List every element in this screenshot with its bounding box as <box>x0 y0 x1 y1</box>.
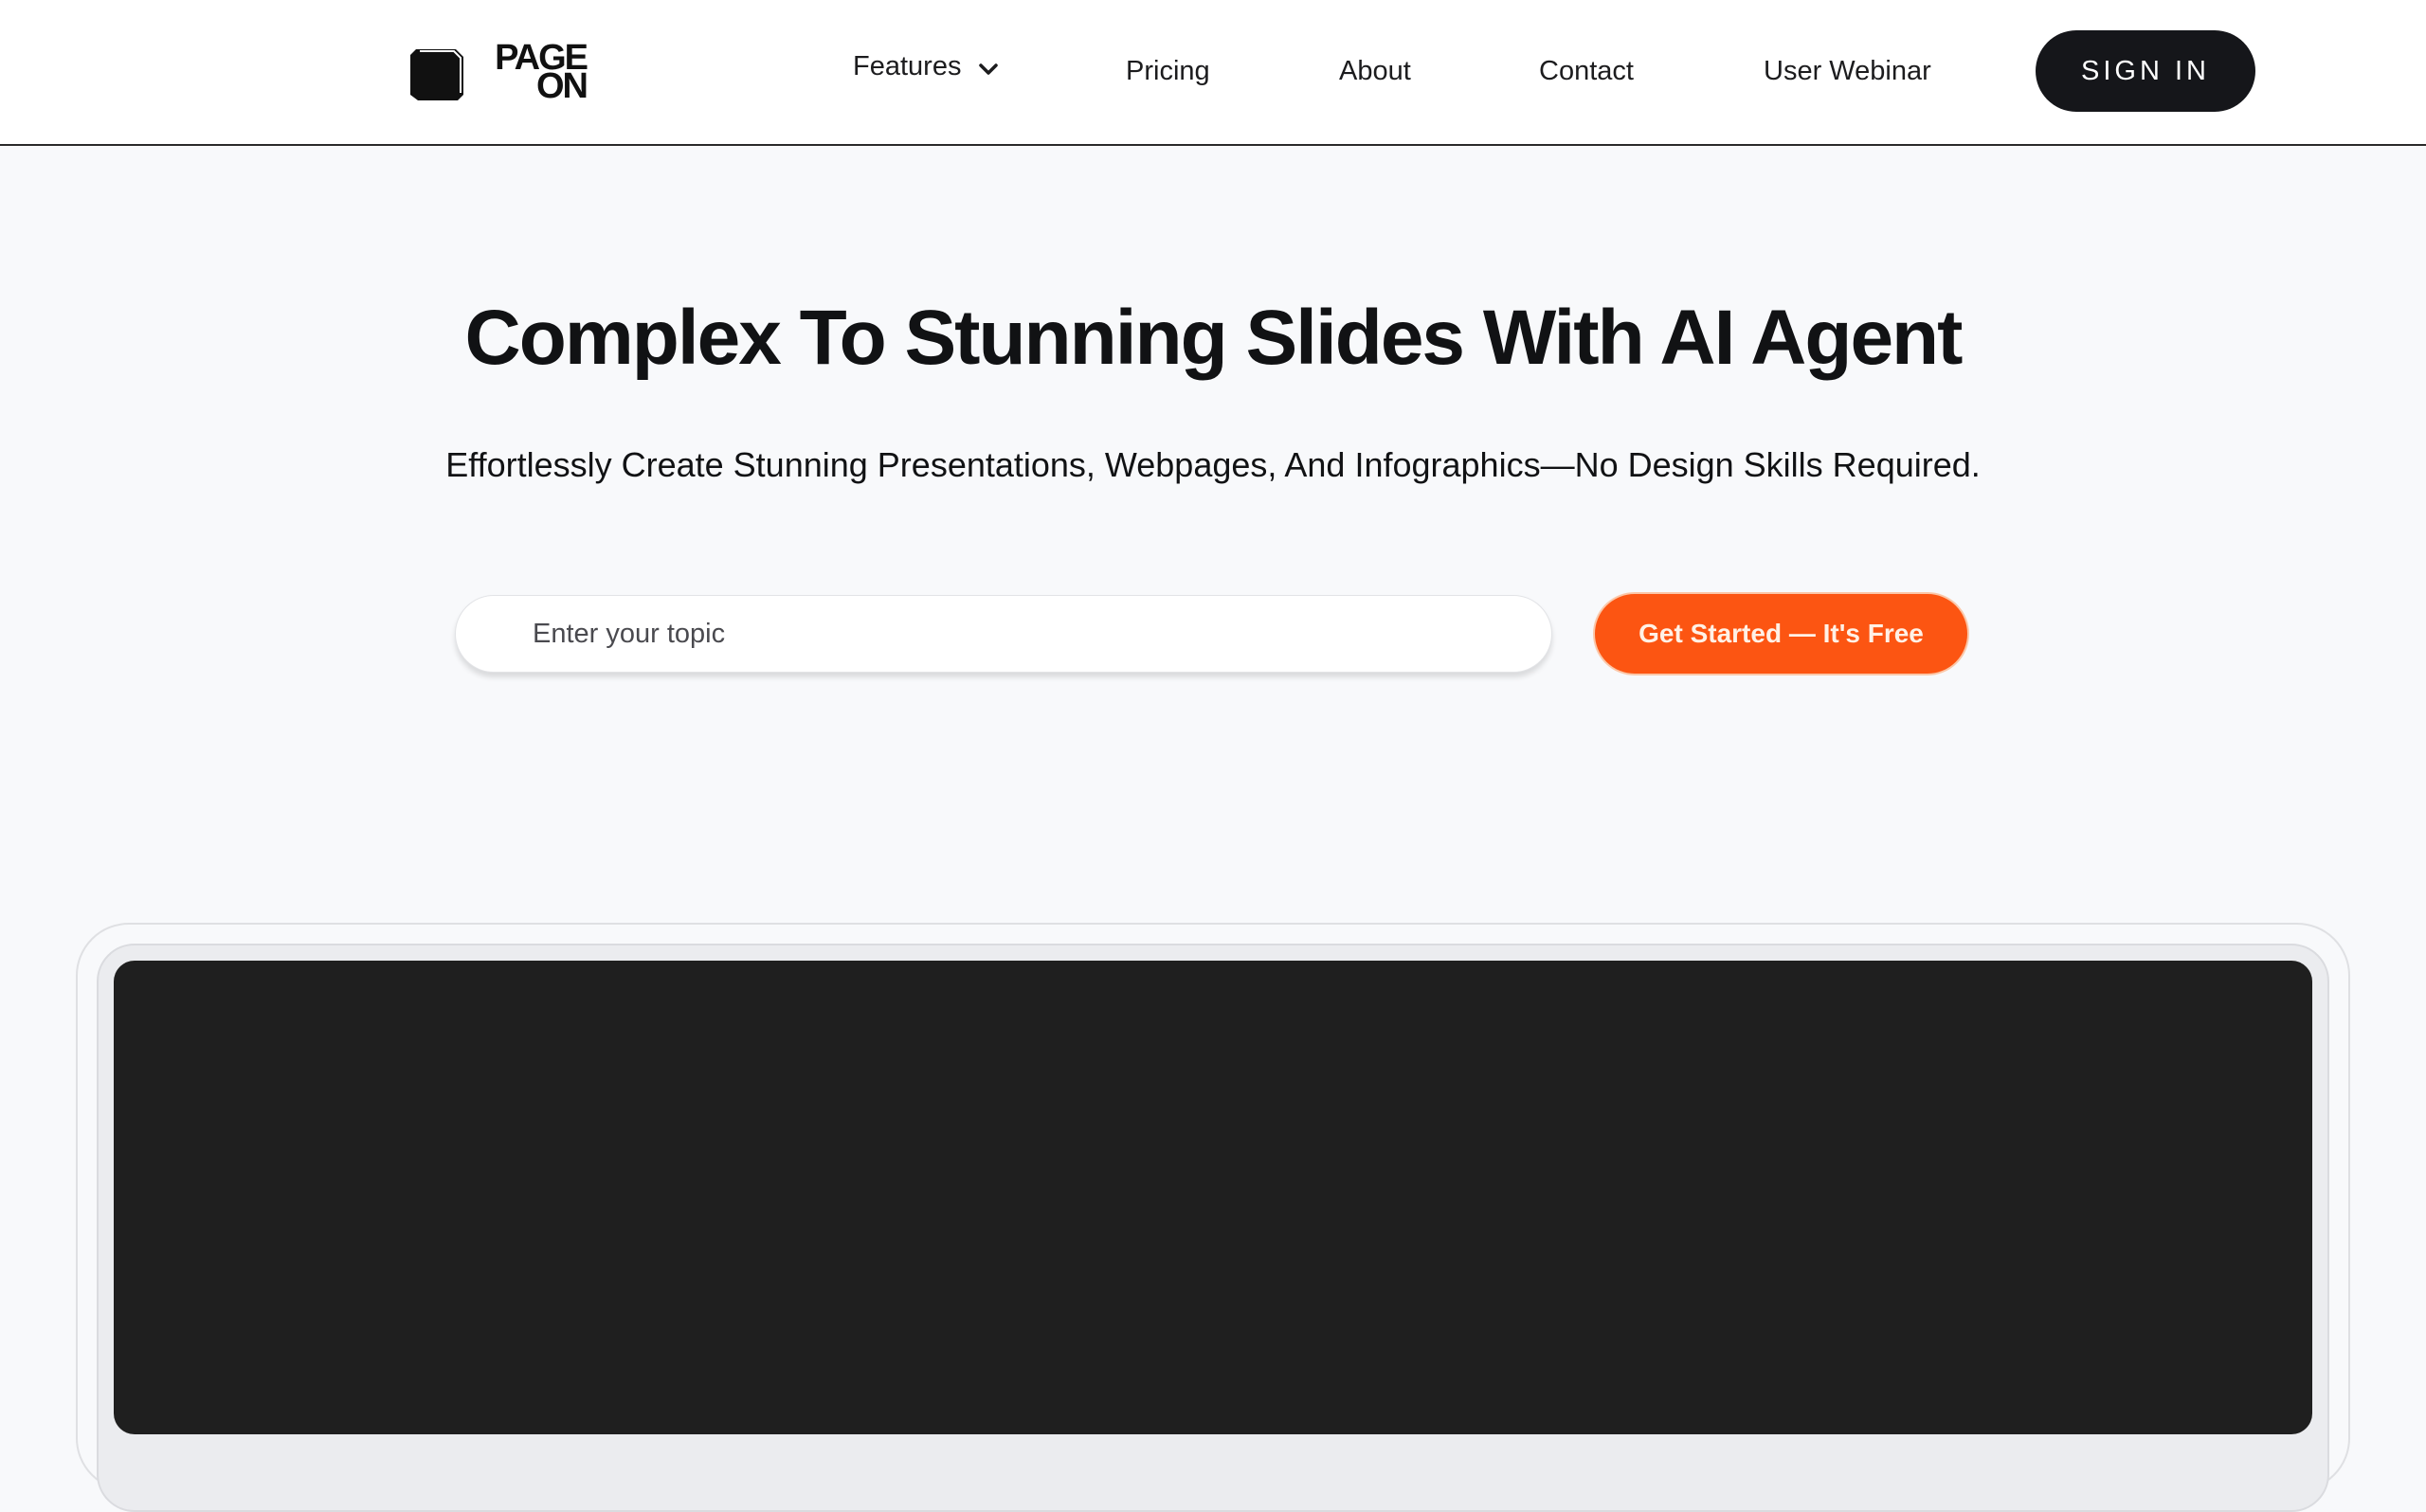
cube-icon <box>410 49 463 100</box>
sign-in-button[interactable]: SIGN IN <box>2036 30 2255 112</box>
topic-input[interactable] <box>455 595 1552 673</box>
nav-features-label: Features <box>853 51 962 81</box>
nav-pricing[interactable]: Pricing <box>1126 56 1210 87</box>
nav-user-webinar[interactable]: User Webinar <box>1764 56 1931 87</box>
hero-subtitle: Effortlessly Create Stunning Presentatio… <box>445 445 1981 484</box>
site-header: PAGE ON Features Pricing About Contact U… <box>0 0 2426 146</box>
preview-panel <box>114 961 2312 1434</box>
get-started-button[interactable]: Get Started — It's Free <box>1593 592 1969 675</box>
nav-about[interactable]: About <box>1339 56 1411 87</box>
nav-contact[interactable]: Contact <box>1539 56 1634 87</box>
nav-features[interactable]: Features <box>853 51 999 82</box>
chevron-down-icon <box>979 63 999 75</box>
logo-wordmark: PAGE ON <box>475 40 588 104</box>
page-title: Complex To Stunning Slides With AI Agent <box>464 295 1964 381</box>
logo[interactable]: PAGE ON <box>408 40 588 104</box>
